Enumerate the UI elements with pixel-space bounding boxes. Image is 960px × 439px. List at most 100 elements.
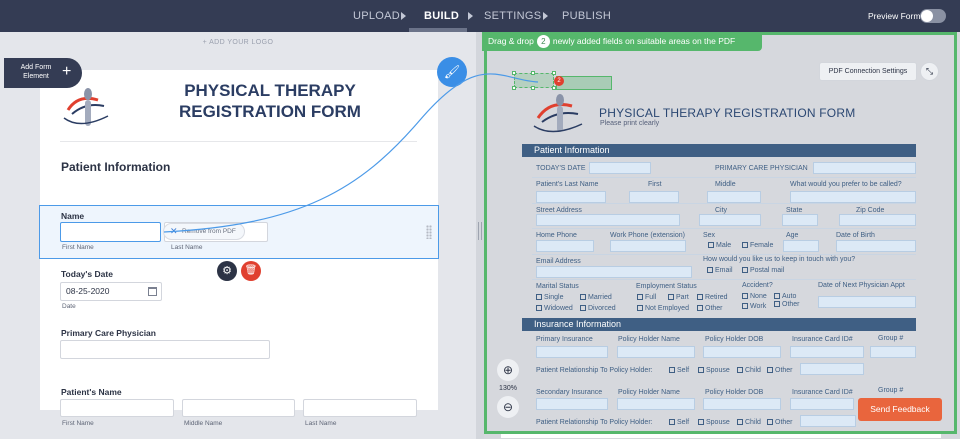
pdf-self-label: Self <box>677 367 690 374</box>
collapse-icon[interactable]: ⤡ <box>920 62 939 81</box>
pdf-box-primary-insurance <box>536 346 608 358</box>
trash-icon[interactable]: 🗑 <box>241 261 261 281</box>
pdf-label-first: First <box>648 181 662 188</box>
resize-handle[interactable] <box>552 71 556 75</box>
calendar-icon[interactable] <box>148 287 157 296</box>
pdf-label-last-name: Patient's Last Name <box>536 181 599 188</box>
gear-icon[interactable]: ⚙ <box>217 261 237 281</box>
pdf-box-middle <box>707 191 761 203</box>
nav-upload[interactable]: UPLOAD <box>353 0 400 32</box>
zoom-in-icon[interactable]: ⊕ <box>497 359 519 381</box>
remove-from-pdf-label: Remove from PDF <box>182 228 236 235</box>
pdf-married-label: Married <box>588 294 612 301</box>
patient-last-sublabel: Last Name <box>305 420 337 427</box>
pdf-label-card-id: Insurance Card ID# <box>792 336 853 343</box>
chevron-right-icon <box>468 12 473 20</box>
patient-last-name-input[interactable] <box>303 399 417 417</box>
pdf-section-insurance-info: Insurance Information <box>522 318 916 331</box>
todays-date-input[interactable]: 08-25-2020 <box>60 282 162 301</box>
pdf-box-holder-name-2 <box>617 398 695 410</box>
pdf-logo <box>533 94 583 133</box>
pdf-check-full: Full <box>637 294 656 301</box>
pdf-row-rule <box>532 228 916 229</box>
pdf-check-male: Male <box>708 242 731 249</box>
pdf-postal-opt-label: Postal mail <box>750 267 785 274</box>
checkbox-icon <box>637 294 643 300</box>
toggle-knob <box>921 10 933 22</box>
pdf-field-last-name-placeholder[interactable] <box>556 76 612 90</box>
pdf-box-secondary-insurance <box>536 398 608 410</box>
pdf-child-label: Child <box>745 367 761 374</box>
name-label: Name <box>61 211 85 221</box>
preview-form-label: Preview Form <box>868 11 921 21</box>
pdf-label-marital: Marital Status <box>536 283 579 290</box>
pdf-box-todays-date <box>589 162 651 174</box>
resize-handle[interactable] <box>512 86 516 90</box>
pdf-single-label: Single <box>544 294 564 301</box>
pdf-spouse-label: Spouse <box>706 367 730 374</box>
pdf-label-prefer: What would you prefer to be called? <box>790 181 902 188</box>
zoom-out-icon[interactable]: ⊖ <box>497 396 519 418</box>
pdf-check-not-employed: Not Employed <box>637 305 689 312</box>
pdf-label-relationship-2: Patient Relationship To Policy Holder: <box>536 419 653 426</box>
primary-care-physician-input[interactable] <box>60 340 270 359</box>
checkbox-icon <box>580 294 586 300</box>
nav-publish[interactable]: PUBLISH <box>562 0 611 32</box>
patient-first-name-input[interactable] <box>60 399 174 417</box>
pdf-other-rel-label-2: Other <box>775 419 793 426</box>
nav-settings[interactable]: SETTINGS <box>484 0 541 32</box>
date-value: 08-25-2020 <box>66 286 110 296</box>
new-field-count-badge: 2 <box>536 35 550 48</box>
pdf-male-label: Male <box>716 242 732 249</box>
remove-from-pdf-button[interactable]: ✕ Remove from PDF <box>163 223 245 240</box>
resize-handle[interactable] <box>552 86 556 90</box>
splitter-grip-icon[interactable] <box>478 222 482 240</box>
pdf-other-rel-label: Other <box>775 367 793 374</box>
preview-form-toggle[interactable] <box>920 9 946 23</box>
pdf-child-label-2: Child <box>745 419 761 426</box>
pdf-female-label: Female <box>750 242 774 249</box>
pdf-label-holder-name-2: Policy Holder Name <box>618 389 680 396</box>
pdf-box-primary-care <box>813 162 916 174</box>
patient-middle-name-input[interactable] <box>182 399 295 417</box>
pdf-self-label-2: Self <box>677 419 690 426</box>
pdf-part-label: Part <box>676 294 689 301</box>
checkbox-icon <box>536 305 542 311</box>
pdf-full-label: Full <box>645 294 657 301</box>
paint-brush-icon[interactable]: 🖌 <box>437 57 467 87</box>
pdf-connection-settings-button[interactable]: PDF Connection Settings <box>819 62 917 81</box>
pdf-box-other-rel <box>800 363 864 375</box>
pdf-box-holder-dob-2 <box>703 398 781 410</box>
send-feedback-button[interactable]: Send Feedback <box>858 398 942 421</box>
drag-handle-icon[interactable] <box>426 225 432 239</box>
pdf-other-emp-label: Other <box>705 305 723 312</box>
pdf-check-widowed: Widowed <box>536 305 573 312</box>
pdf-check-divorced: Divorced <box>580 305 616 312</box>
pdf-box-city <box>699 214 761 226</box>
section-patient-information[interactable]: Patient Information <box>61 160 170 174</box>
pdf-label-group: Group # <box>878 335 904 342</box>
pdf-label-employment: Employment Status <box>636 283 697 290</box>
pdf-box-work-phone <box>610 240 686 252</box>
first-name-input[interactable] <box>60 222 161 242</box>
checkbox-icon <box>742 242 748 248</box>
pdf-label-state: State <box>786 207 803 214</box>
primary-care-physician-label: Primary Care Physician <box>61 328 156 338</box>
pdf-auto-label: Auto <box>782 293 797 300</box>
checkbox-icon <box>698 367 704 373</box>
pdf-check-work: Work <box>742 303 766 310</box>
resize-handle[interactable] <box>512 71 516 75</box>
pdf-check-other-acc: Other <box>774 301 800 308</box>
pdf-box-street <box>536 214 680 226</box>
pdf-check-female: Female <box>742 242 773 249</box>
resize-handle[interactable] <box>531 71 535 75</box>
pdf-row-rule <box>532 254 916 255</box>
pdf-widowed-label: Widowed <box>544 305 573 312</box>
pdf-row-rule <box>532 203 916 204</box>
form-title[interactable]: PHYSICAL THERAPY REGISTRATION FORM <box>165 80 375 122</box>
add-logo-link[interactable]: + ADD YOUR LOGO <box>0 39 476 46</box>
pdf-label-relationship: Patient Relationship To Policy Holder: <box>536 367 653 374</box>
pdf-check-part: Part <box>668 294 689 301</box>
resize-handle[interactable] <box>531 86 535 90</box>
pdf-box-email <box>536 266 692 278</box>
